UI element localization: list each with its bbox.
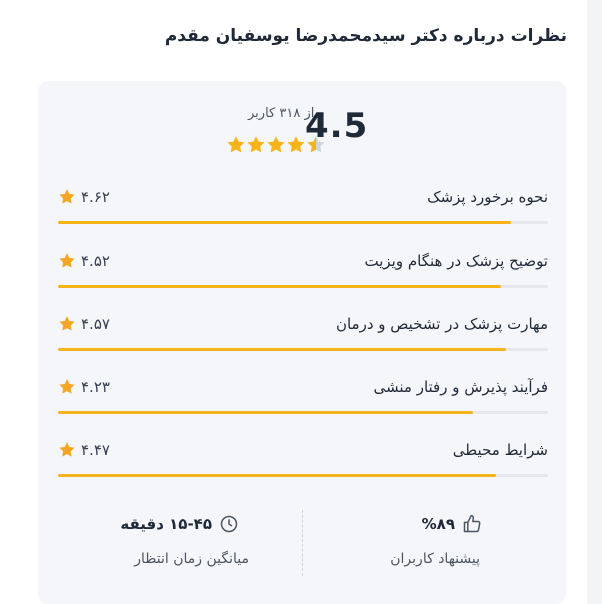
- rating-row: شرایط محیطی ۴.۴۷: [58, 441, 548, 481]
- rating-row: نحوه برخورد پزشک ۴.۶۲: [58, 188, 548, 228]
- star-icon: [247, 136, 265, 153]
- rating-bar-fill: [58, 474, 497, 477]
- rating-value: ۴.۵۷: [58, 315, 110, 333]
- footer-divider: [302, 510, 303, 576]
- thumbs-up-icon: [463, 514, 481, 533]
- rating-label: نحوه برخورد پزشک: [427, 188, 548, 206]
- rating-bar-fill: [58, 411, 473, 414]
- recommend-label: پیشنهاد کاربران: [390, 551, 480, 567]
- star-icon: [59, 253, 75, 268]
- rating-value-text: ۴.۵۲: [81, 252, 110, 270]
- rating-label: توضیح پزشک در هنگام ویزیت: [364, 252, 549, 270]
- rating-value: ۴.۵۲: [58, 252, 110, 270]
- star-icon: [59, 442, 75, 457]
- overall-stars: [227, 136, 325, 153]
- star-icon: [307, 136, 325, 153]
- rating-count: از ۳۱۸ کاربر: [248, 106, 315, 121]
- rating-value: ۴.۲۳: [58, 378, 110, 396]
- star-icon: [267, 136, 285, 153]
- recommend-stat: %۸۹: [422, 514, 482, 534]
- clock-icon: [220, 515, 238, 533]
- rating-value: ۴.۶۲: [58, 188, 110, 206]
- rating-row: مهارت پزشک در تشخیص و درمان ۴.۵۷: [58, 315, 548, 355]
- wait-time-label: میانگین زمان انتظار: [134, 551, 249, 567]
- rating-bar-fill: [58, 348, 506, 351]
- rating-value-text: ۴.۵۷: [81, 315, 110, 333]
- rating-bar-fill: [58, 221, 511, 224]
- wait-time-value: ۱۵-۴۵ دقیقه: [120, 515, 212, 533]
- rating-bar: [58, 348, 548, 351]
- star-icon: [59, 189, 75, 204]
- rating-value-text: ۴.۶۲: [81, 188, 110, 206]
- star-icon: [227, 136, 245, 153]
- rating-bar-fill: [58, 285, 501, 288]
- rating-value-text: ۴.۴۷: [81, 441, 110, 459]
- rating-label: فرآیند پذیرش و رفتار منشی: [373, 378, 548, 396]
- rating-label: مهارت پزشک در تشخیص و درمان: [335, 315, 548, 333]
- star-icon: [59, 379, 75, 394]
- rating-value: ۴.۴۷: [58, 441, 110, 459]
- reviews-title: نظرات درباره دکتر سیدمحمدرضا یوسفیان مقد…: [164, 26, 567, 46]
- star-icon: [287, 136, 305, 153]
- rating-row: توضیح پزشک در هنگام ویزیت ۴.۵۲: [58, 252, 548, 292]
- rating-bar: [58, 285, 548, 288]
- recommend-value: %۸۹: [421, 515, 455, 533]
- rating-value-text: ۴.۲۳: [81, 378, 110, 396]
- rating-bar: [58, 411, 548, 414]
- star-icon: [59, 316, 75, 331]
- rating-bar: [58, 221, 548, 224]
- wait-time-stat: ۱۵-۴۵ دقیقه: [120, 514, 239, 534]
- rating-bar: [58, 474, 548, 477]
- rating-row: فرآیند پذیرش و رفتار منشی ۴.۲۳: [58, 378, 548, 418]
- rating-label: شرایط محیطی: [452, 441, 548, 459]
